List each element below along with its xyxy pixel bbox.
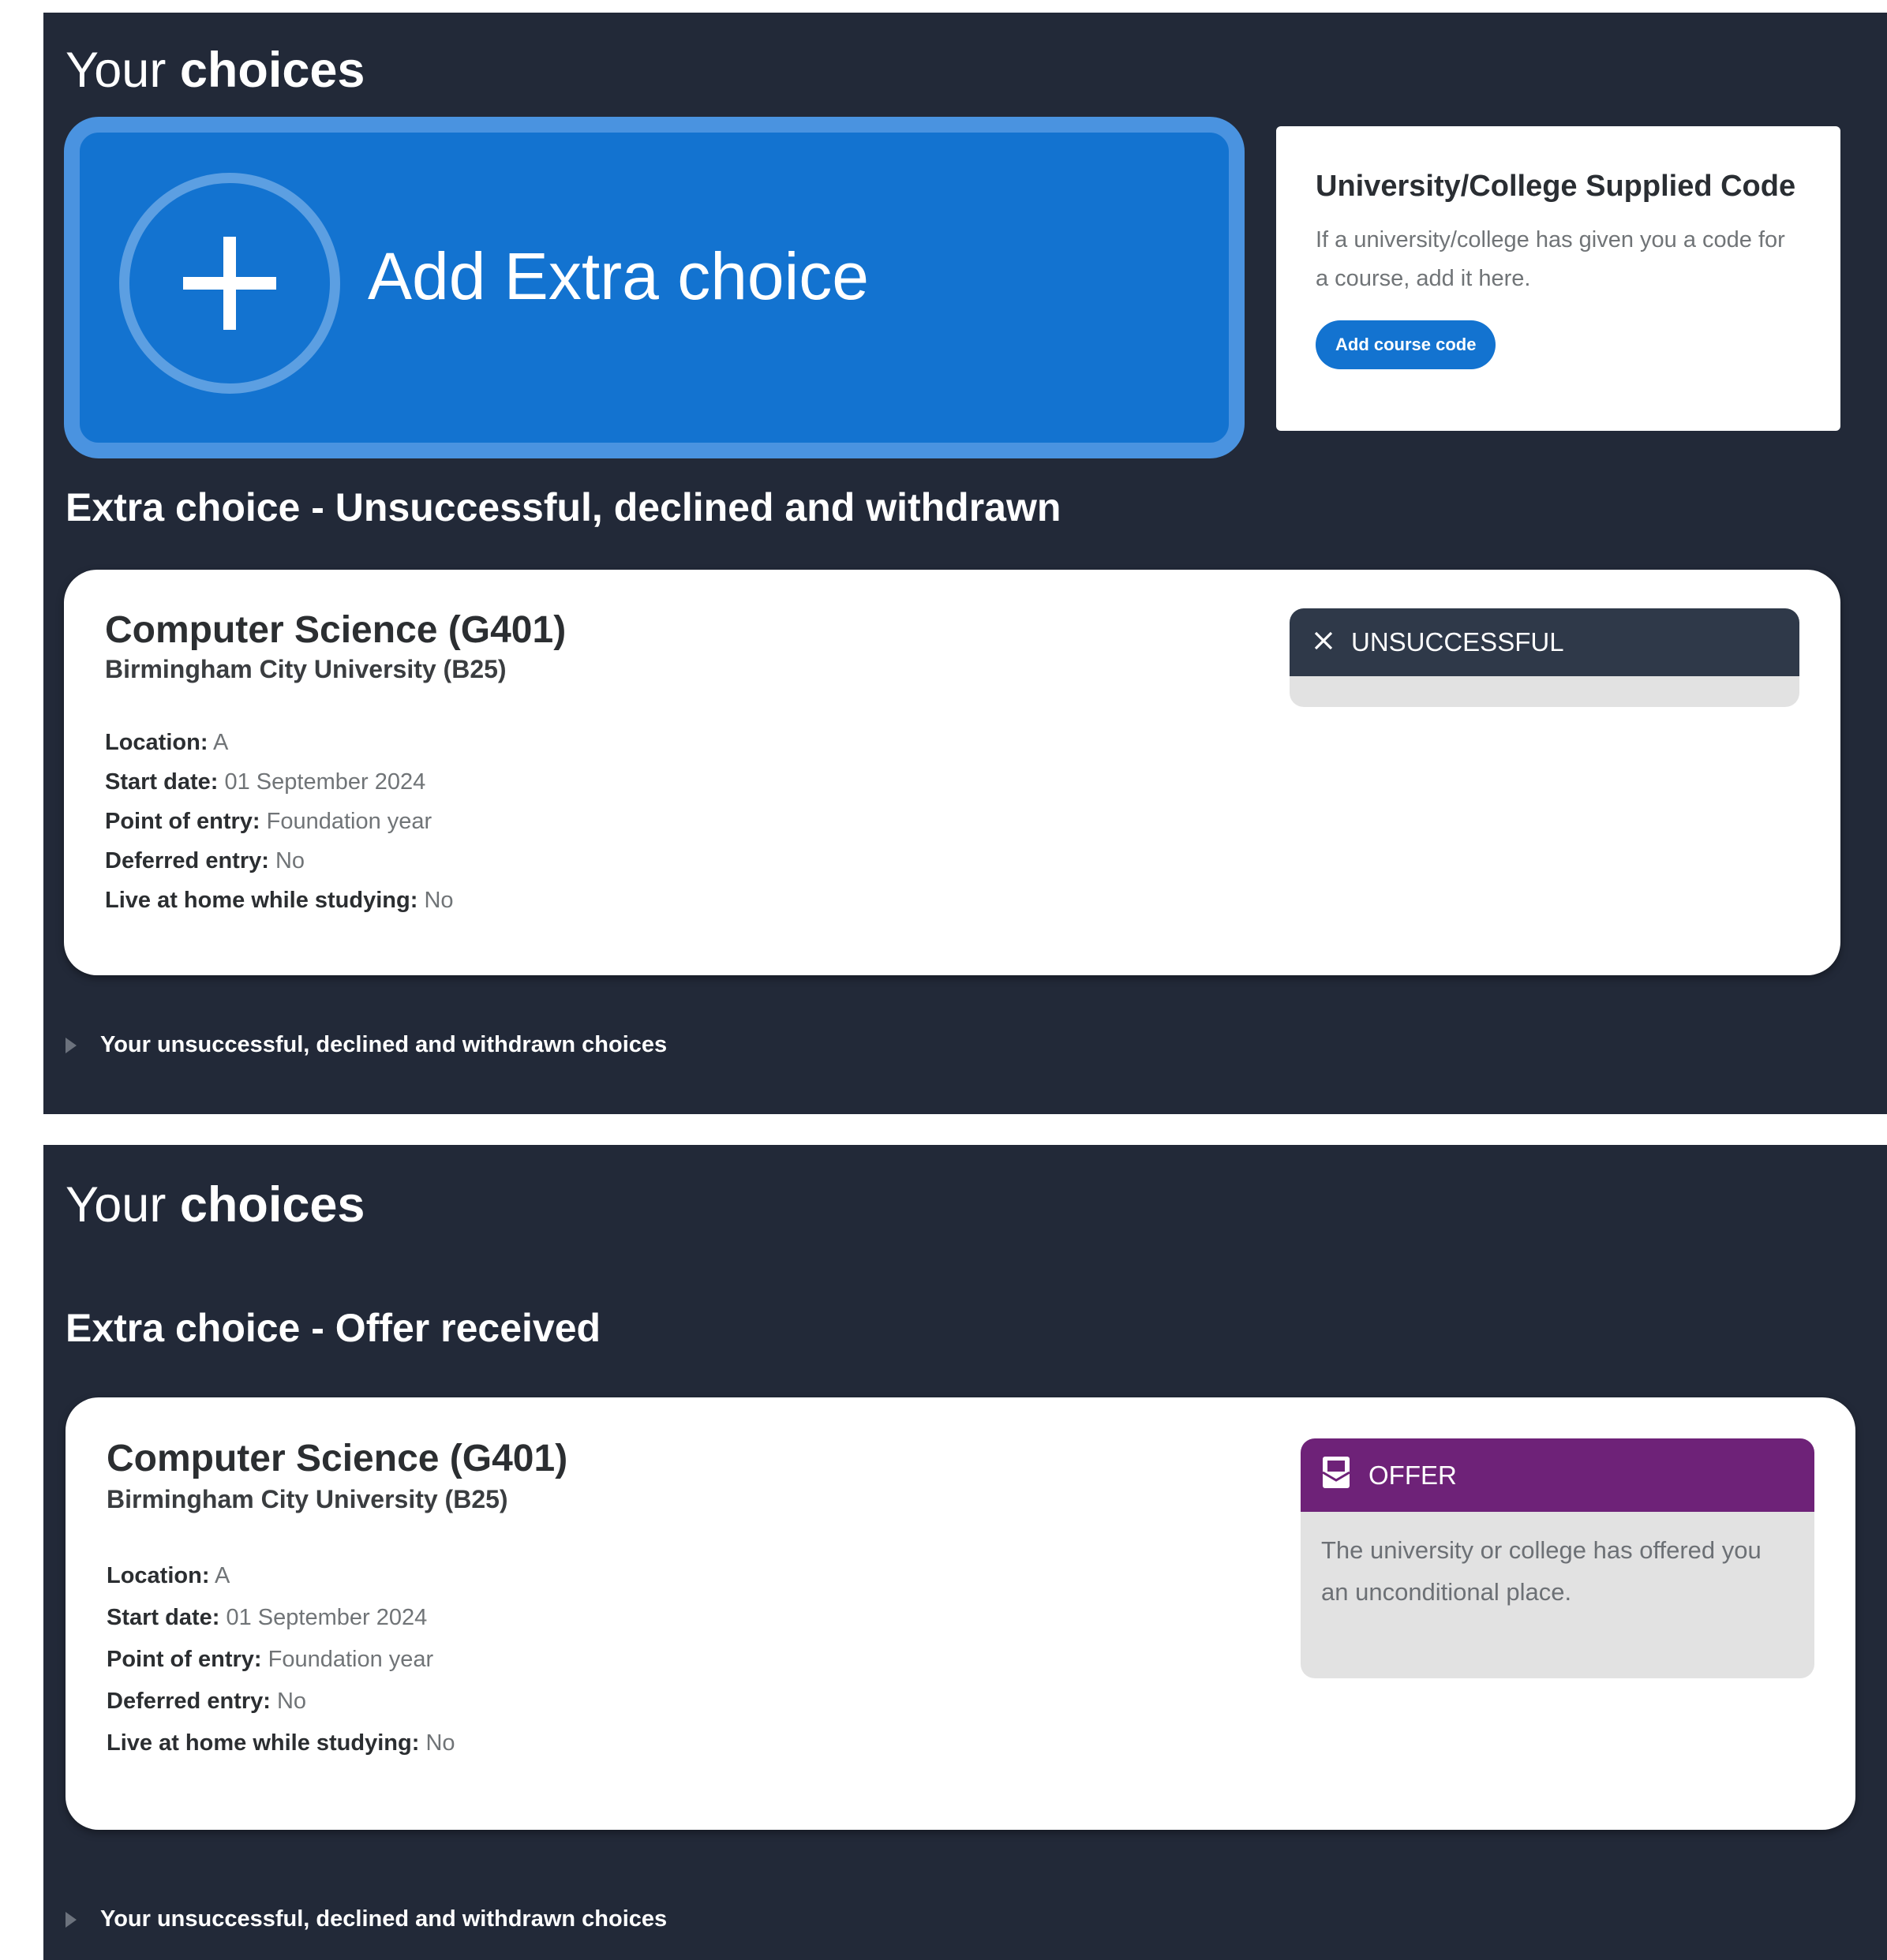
choices-panel-offer: Your choices Extra choice - Offer receiv…: [43, 1145, 1887, 1960]
withdrawn-choices-label: Your unsuccessful, declined and withdraw…: [100, 1032, 668, 1057]
status-label: OFFER: [1368, 1460, 1457, 1490]
detail-deferred-entry: Deferred entry: No: [105, 848, 305, 873]
page-heading: Your choices: [66, 43, 365, 98]
course-details: Location: A Start date: 01 September 202…: [107, 1555, 455, 1764]
status-description: The university or college has offered yo…: [1321, 1536, 1762, 1606]
add-extra-choice-button[interactable]: Add Extra choice: [64, 117, 1245, 458]
detail-location: Location: A: [105, 730, 229, 755]
status-header: OFFER: [1301, 1438, 1814, 1512]
detail-point-of-entry: Point of entry: Foundation year: [107, 1647, 434, 1672]
add-extra-choice-label: Add Extra choice: [368, 239, 870, 313]
section-title-unsuccessful: Extra choice - Unsuccessful, declined an…: [66, 485, 1061, 529]
add-course-code-button[interactable]: Add course code: [1316, 320, 1496, 369]
detail-point-of-entry: Point of entry: Foundation year: [105, 809, 432, 834]
offer-icon: [1321, 1455, 1351, 1496]
supplied-code-description: If a university/college has given you a …: [1316, 226, 1785, 291]
status-label: UNSUCCESSFUL: [1351, 627, 1564, 656]
course-details: Location: A Start date: 01 September 202…: [105, 723, 454, 920]
supplied-code-title: University/College Supplied Code: [1316, 170, 1796, 203]
status-header: UNSUCCESSFUL: [1290, 608, 1799, 676]
detail-start-date: Start date: 01 September 2024: [107, 1605, 428, 1630]
course-title: Computer Science (G401): [107, 1438, 568, 1479]
course-title: Computer Science (G401): [105, 609, 567, 651]
detail-deferred-entry: Deferred entry: No: [107, 1689, 307, 1714]
close-icon: [1313, 627, 1334, 657]
detail-live-at-home: Live at home while studying: No: [105, 888, 454, 913]
status-offer: OFFER The university or college has offe…: [1301, 1438, 1814, 1678]
detail-location: Location: A: [107, 1563, 230, 1588]
withdrawn-choices-expander[interactable]: Your unsuccessful, declined and withdraw…: [66, 1906, 667, 1932]
page-heading: Your choices: [66, 1177, 365, 1232]
disclosure-triangle-icon: [66, 1037, 77, 1053]
university-name: Birmingham City University (B25): [105, 655, 507, 683]
choice-card: Computer Science (G401) Birmingham City …: [64, 570, 1840, 975]
status-unsuccessful: UNSUCCESSFUL: [1290, 608, 1799, 707]
section-title-offer: Extra choice - Offer received: [66, 1306, 601, 1350]
supplied-code-card: University/College Supplied Code If a un…: [1276, 126, 1840, 431]
withdrawn-choices-label: Your unsuccessful, declined and withdraw…: [100, 1906, 668, 1932]
withdrawn-choices-expander[interactable]: Your unsuccessful, declined and withdraw…: [66, 1032, 667, 1058]
disclosure-triangle-icon: [66, 1911, 77, 1928]
detail-live-at-home: Live at home while studying: No: [107, 1730, 455, 1756]
plus-icon: [119, 173, 340, 394]
choice-card: Computer Science (G401) Birmingham City …: [66, 1397, 1855, 1830]
choices-panel-extra: Your choices Add Extra choice University…: [43, 13, 1887, 1114]
detail-start-date: Start date: 01 September 2024: [105, 769, 426, 795]
university-name: Birmingham City University (B25): [107, 1485, 508, 1513]
